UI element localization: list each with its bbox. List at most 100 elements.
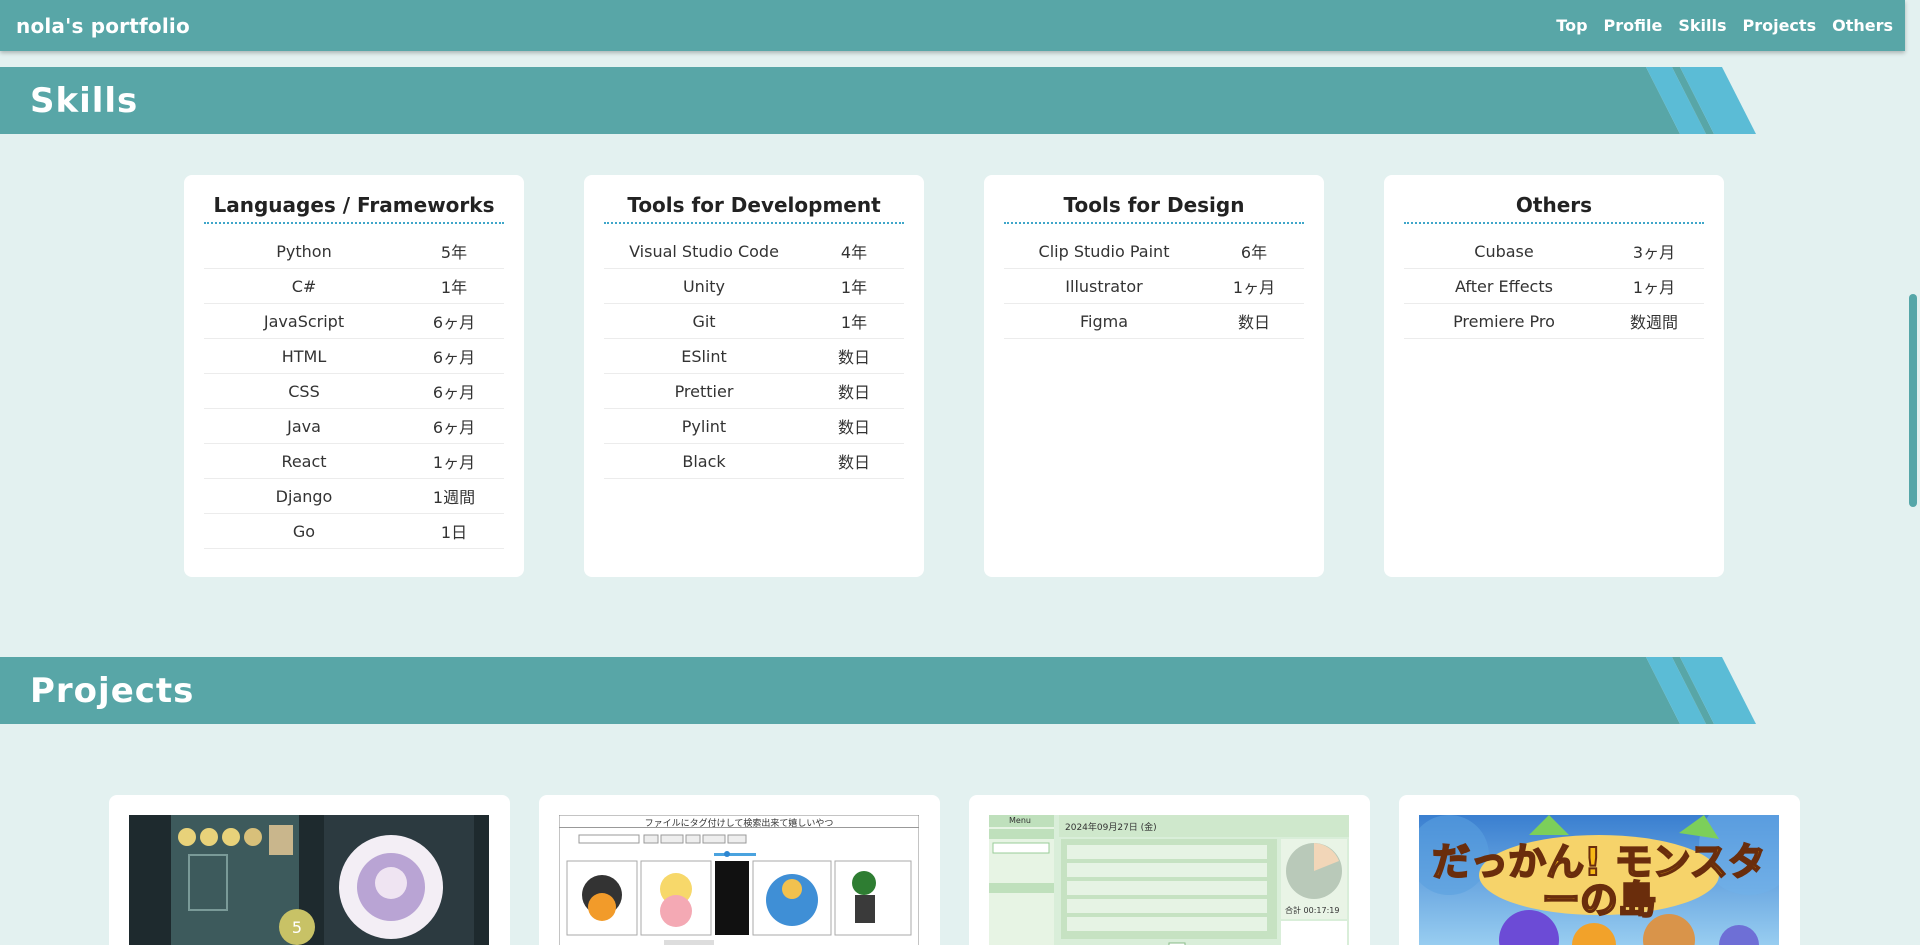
scrollbar-thumb[interactable] bbox=[1909, 294, 1917, 507]
skill-name: Prettier bbox=[674, 381, 734, 401]
skill-name: Visual Studio Code bbox=[629, 241, 779, 261]
skill-duration: 1年 bbox=[840, 313, 868, 332]
skill-name: Clip Studio Paint bbox=[1038, 241, 1170, 261]
skill-card-title: Tools for Design bbox=[1004, 193, 1304, 224]
skills-section-banner: Skills bbox=[0, 67, 1756, 134]
skill-duration: 6ヶ月 bbox=[432, 313, 476, 332]
project-thumbnail-time-tracker[interactable]: 2024年09月27日 (金) Menu 合計 00:17:19 bbox=[989, 815, 1349, 945]
project-card[interactable]: ファイルにタグ付けして検索出来て嬉しいやつ bbox=[539, 795, 940, 945]
skill-row: Cubase 3ヶ月 bbox=[1404, 234, 1704, 269]
skill-row: Visual Studio Code 4年 bbox=[604, 234, 904, 269]
skill-row: CSS 6ヶ月 bbox=[204, 374, 504, 409]
nav-others[interactable]: Others bbox=[1832, 16, 1893, 35]
skill-row: Go 1日 bbox=[204, 514, 504, 549]
skill-duration: 数日 bbox=[837, 348, 870, 367]
projects-heading: Projects bbox=[30, 670, 195, 711]
skill-list: Cubase 3ヶ月 After Effects 1ヶ月 Premiere Pro 数… bbox=[1404, 234, 1704, 339]
project-card[interactable]: 5 bbox=[109, 795, 510, 945]
project-thumbnail-tag-search[interactable]: ファイルにタグ付けして検索出来て嬉しいやつ bbox=[559, 815, 919, 945]
tag-search-image bbox=[559, 815, 919, 945]
project-thumbnail-card-game[interactable]: 5 bbox=[129, 815, 489, 945]
skill-row: Premiere Pro 数週間 bbox=[1404, 304, 1704, 339]
skill-duration: 数週間 bbox=[1629, 313, 1678, 332]
skill-name: After Effects bbox=[1455, 276, 1553, 296]
skill-card-others: Others Cubase 3ヶ月 After Effects 1ヶ月 Premie… bbox=[1384, 175, 1724, 577]
skill-card-title: Others bbox=[1404, 193, 1704, 224]
skill-list: Python 5年 C# 1年 JavaScript 6ヶ月 HTML 6ヶ月 CSS 6… bbox=[204, 234, 504, 549]
nav-profile[interactable]: Profile bbox=[1604, 16, 1663, 35]
skill-row: Illustrator 1ヶ月 bbox=[1004, 269, 1304, 304]
skill-name: CSS bbox=[288, 381, 320, 401]
project-card[interactable]: 2024年09月27日 (金) Menu 合計 00:17:19 bbox=[969, 795, 1370, 945]
skill-duration: 1年 bbox=[840, 278, 868, 297]
nav-top[interactable]: Top bbox=[1556, 16, 1587, 35]
tracker-date: 2024年09月27日 (金) bbox=[1065, 823, 1157, 833]
skill-duration: 1ヶ月 bbox=[1632, 278, 1676, 297]
skill-row: Unity 1年 bbox=[604, 269, 904, 304]
site-brand[interactable]: nola's portfolio bbox=[16, 14, 190, 38]
svg-text:5: 5 bbox=[292, 918, 302, 937]
skill-name: Python bbox=[276, 241, 332, 261]
skill-card-design-tools: Tools for Design Clip Studio Paint 6年 Ill… bbox=[984, 175, 1324, 577]
skill-row: React 1ヶ月 bbox=[204, 444, 504, 479]
skill-duration: 1日 bbox=[440, 523, 468, 542]
skill-duration: 3ヶ月 bbox=[1632, 243, 1676, 262]
skill-duration: 6ヶ月 bbox=[432, 418, 476, 437]
skill-name: Unity bbox=[682, 276, 726, 296]
projects-section-banner: Projects bbox=[0, 657, 1756, 724]
skill-row: Figma 数日 bbox=[1004, 304, 1304, 339]
skill-row: Clip Studio Paint 6年 bbox=[1004, 234, 1304, 269]
skill-name: Illustrator bbox=[1065, 276, 1143, 296]
skill-card-languages: Languages / Frameworks Python 5年 C# 1年 Jav… bbox=[184, 175, 524, 577]
time-tracker-image bbox=[989, 815, 1349, 945]
tracker-total: 合計 00:17:19 bbox=[1285, 906, 1340, 915]
top-navbar: nola's portfolio Top Profile Skills Proj… bbox=[0, 0, 1905, 51]
skill-name: Pylint bbox=[681, 416, 727, 436]
skill-duration: 5年 bbox=[440, 243, 468, 262]
skill-duration: 6ヶ月 bbox=[432, 348, 476, 367]
skill-name: Django bbox=[275, 486, 333, 506]
skill-row: Black 数日 bbox=[604, 444, 904, 479]
skill-duration: 数日 bbox=[837, 383, 870, 402]
skill-name: Figma bbox=[1079, 311, 1129, 331]
skill-duration: 4年 bbox=[840, 243, 868, 262]
skill-row: ESlint 数日 bbox=[604, 339, 904, 374]
skill-name: HTML bbox=[281, 346, 327, 366]
skill-name: ESlint bbox=[681, 346, 727, 366]
monster-island-title: だっかん! モンスターの島 bbox=[1431, 840, 1767, 922]
skill-name: Git bbox=[692, 311, 716, 331]
tracker-menu: Menu bbox=[1009, 816, 1031, 825]
page-scrollbar[interactable] bbox=[1905, 0, 1920, 945]
skill-name: Java bbox=[287, 416, 321, 436]
skill-card-title: Languages / Frameworks bbox=[204, 193, 504, 224]
skill-name: Premiere Pro bbox=[1453, 311, 1555, 331]
skill-duration: 1ヶ月 bbox=[432, 453, 476, 472]
skill-duration: 1週間 bbox=[432, 488, 476, 507]
skill-row: Prettier 数日 bbox=[604, 374, 904, 409]
skill-duration: 6年 bbox=[1240, 243, 1268, 262]
skill-row: Django 1週間 bbox=[204, 479, 504, 514]
skill-row: C# 1年 bbox=[204, 269, 504, 304]
skill-card-dev-tools: Tools for Development Visual Studio Code… bbox=[584, 175, 924, 577]
skill-duration: 数日 bbox=[837, 453, 870, 472]
skill-duration: 1年 bbox=[440, 278, 468, 297]
skill-name: Go bbox=[292, 521, 316, 541]
skill-row: Pylint 数日 bbox=[604, 409, 904, 444]
skill-duration: 6ヶ月 bbox=[432, 383, 476, 402]
skill-name: Black bbox=[682, 451, 726, 471]
card-game-image: 5 bbox=[129, 815, 489, 945]
nav-projects[interactable]: Projects bbox=[1742, 16, 1816, 35]
project-card[interactable]: だっかん! モンスターの島 bbox=[1399, 795, 1800, 945]
project-thumbnail-monster-island[interactable]: だっかん! モンスターの島 bbox=[1419, 815, 1779, 945]
skill-row: Git 1年 bbox=[604, 304, 904, 339]
skill-card-title: Tools for Development bbox=[604, 193, 904, 224]
skill-list: Visual Studio Code 4年 Unity 1年 Git 1年 ESlin… bbox=[604, 234, 904, 479]
skill-name: C# bbox=[291, 276, 317, 296]
skill-name: Cubase bbox=[1474, 241, 1534, 261]
skill-row: HTML 6ヶ月 bbox=[204, 339, 504, 374]
banner-shape bbox=[0, 657, 1756, 724]
skill-duration: 数日 bbox=[1237, 313, 1270, 332]
skill-row: After Effects 1ヶ月 bbox=[1404, 269, 1704, 304]
tag-search-caption: ファイルにタグ付けして検索出来て嬉しいやつ bbox=[644, 819, 834, 829]
nav-skills[interactable]: Skills bbox=[1678, 16, 1726, 35]
